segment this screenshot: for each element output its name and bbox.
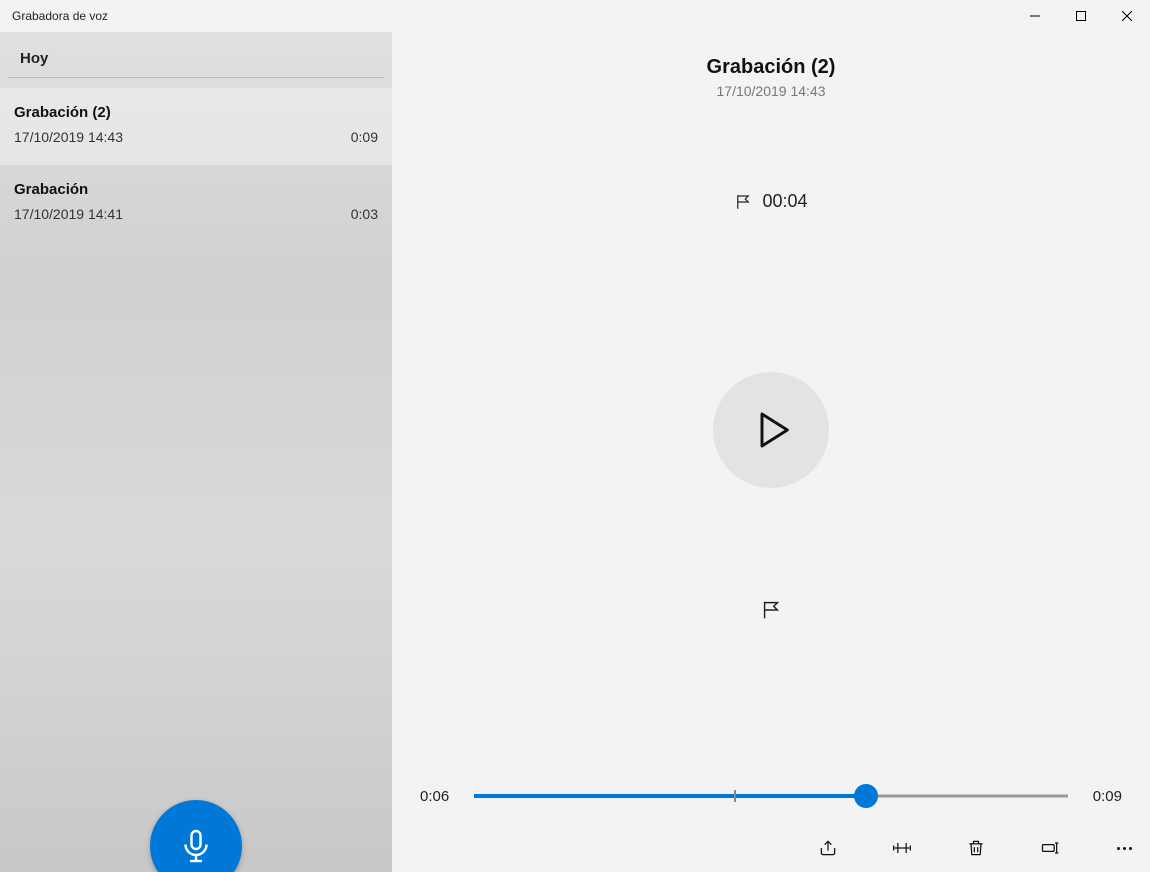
recording-item-duration: 0:03 [351, 206, 378, 222]
player-title: Grabación (2) [707, 56, 836, 79]
recording-item[interactable]: Grabación 17/10/2019 14:41 0:03 [0, 165, 392, 242]
share-button[interactable] [816, 836, 840, 860]
flag-icon [760, 599, 782, 621]
total-time: 0:09 [1086, 788, 1122, 805]
flag-icon [734, 193, 752, 211]
section-header: Hoy [8, 32, 384, 78]
window-title: Grabadora de voz [12, 9, 108, 23]
recording-item[interactable]: Grabación (2) 17/10/2019 14:43 0:09 [0, 88, 392, 165]
slider-marker-tick [734, 790, 736, 802]
delete-button[interactable] [964, 836, 988, 860]
minimize-button[interactable] [1012, 0, 1058, 32]
add-marker-button[interactable] [749, 588, 793, 632]
trim-icon [892, 838, 912, 858]
window-controls [1012, 0, 1150, 32]
titlebar: Grabadora de voz [0, 0, 1150, 32]
slider-area: 0:06 0:09 [392, 782, 1150, 810]
recording-item-datetime: 17/10/2019 14:43 [14, 129, 123, 145]
action-toolbar [816, 824, 1136, 872]
recording-item-datetime: 17/10/2019 14:41 [14, 206, 123, 222]
current-time: 0:06 [420, 788, 456, 805]
record-button[interactable] [150, 800, 242, 872]
recording-item-title: Grabación [14, 181, 378, 198]
trash-icon [966, 838, 986, 858]
maximize-button[interactable] [1058, 0, 1104, 32]
close-button[interactable] [1104, 0, 1150, 32]
more-button[interactable] [1112, 836, 1136, 860]
slider-fill [474, 794, 866, 798]
sidebar: Hoy Grabación (2) 17/10/2019 14:43 0:09 … [0, 32, 392, 872]
slider-thumb[interactable] [854, 784, 878, 808]
share-icon [818, 838, 838, 858]
trim-button[interactable] [890, 836, 914, 860]
marker-indicator[interactable]: 00:04 [734, 191, 807, 212]
ellipsis-icon [1117, 847, 1132, 850]
recording-item-title: Grabación (2) [14, 104, 378, 121]
rename-button[interactable] [1038, 836, 1062, 860]
play-button[interactable] [713, 372, 829, 488]
recording-list: Grabación (2) 17/10/2019 14:43 0:09 Grab… [0, 88, 392, 242]
seek-slider[interactable] [474, 782, 1068, 810]
play-icon [758, 411, 790, 449]
recording-item-duration: 0:09 [351, 129, 378, 145]
marker-time: 00:04 [762, 191, 807, 212]
microphone-icon [178, 828, 214, 864]
player-panel: Grabación (2) 17/10/2019 14:43 00:04 0:0… [392, 32, 1150, 872]
rename-icon [1040, 838, 1060, 858]
player-datetime: 17/10/2019 14:43 [717, 83, 826, 99]
